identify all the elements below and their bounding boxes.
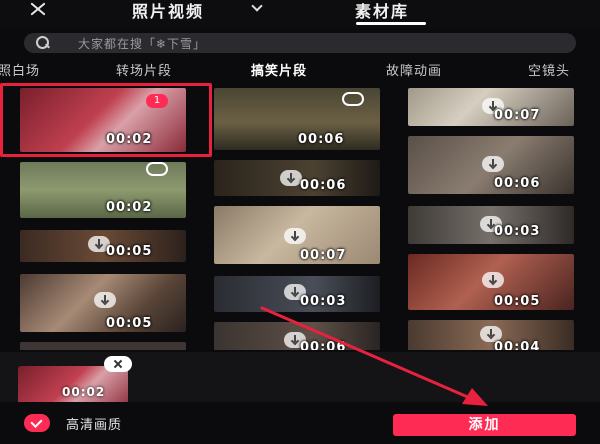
clip-duration: 00:06: [300, 340, 347, 350]
clip-tile[interactable]: 00:04: [408, 320, 574, 350]
hd-quality-label: 高清画质: [66, 418, 123, 433]
selection-highlight-frame: [0, 83, 212, 157]
clip-tile[interactable]: 00:07: [408, 88, 574, 126]
category-tab-active[interactable]: 搞笑片段: [251, 60, 307, 79]
clip-tile[interactable]: 00:02: [20, 162, 186, 218]
clip-duration: 00:07: [494, 108, 541, 123]
clip-tile[interactable]: 00:03: [408, 206, 574, 244]
category-tab[interactable]: 转场片段: [116, 60, 172, 79]
close-icon[interactable]: [26, 0, 50, 18]
search-icon: [36, 36, 49, 49]
clip-tile[interactable]: 00:05: [20, 230, 186, 262]
clip-duration: 00:05: [106, 244, 153, 259]
hd-quality-checkbox[interactable]: [24, 414, 50, 432]
download-icon[interactable]: [482, 272, 504, 288]
add-button[interactable]: 添加: [393, 414, 576, 436]
clip-duration: 00:07: [300, 248, 347, 263]
search-placeholder: 大家都在搜「❄下雪」: [78, 37, 207, 51]
clip-duration: 00:05: [106, 316, 153, 331]
clip-duration: 00:02: [106, 200, 153, 215]
search-input[interactable]: 大家都在搜「❄下雪」: [24, 33, 576, 53]
select-circle-icon[interactable]: [342, 92, 364, 106]
clip-tile[interactable]: 00:03: [214, 276, 380, 312]
category-tabs: 照白场 转场片段 搞笑片段 故障动画 空镜头: [0, 58, 600, 80]
clip-duration: 00:04: [494, 340, 541, 350]
clip-tile[interactable]: 00:05: [20, 274, 186, 332]
clip-tile[interactable]: 00:06: [214, 88, 380, 150]
download-icon[interactable]: [94, 292, 116, 308]
clip-tile[interactable]: 00:05: [408, 254, 574, 310]
selected-clip-duration: 00:02: [62, 385, 106, 399]
clip-duration: 00:06: [300, 178, 347, 193]
clip-tile[interactable]: 00:06: [214, 322, 380, 350]
download-icon[interactable]: [280, 170, 302, 186]
clip-duration: 00:05: [494, 294, 541, 309]
top-bar: 照片视频 素材库: [0, 0, 600, 28]
download-icon[interactable]: [482, 156, 504, 172]
clip-duration: 00:03: [300, 294, 347, 309]
clip-tile[interactable]: 00:06: [214, 160, 380, 196]
clip-duration: 00:06: [298, 132, 345, 147]
clip-duration: 00:03: [494, 224, 541, 239]
chevron-down-icon[interactable]: [250, 2, 264, 12]
tab-photos-videos[interactable]: 照片视频: [132, 0, 204, 22]
category-tab[interactable]: 空镜头: [528, 60, 570, 79]
select-circle-icon[interactable]: [146, 162, 168, 176]
clip-tile[interactable]: [20, 342, 186, 350]
clip-grid: 1 00:02 00:02 00:05 00:05 00:06 00:06 00…: [0, 80, 600, 350]
clip-tile[interactable]: 00:07: [214, 206, 380, 264]
tab-material-library[interactable]: 素材库: [355, 0, 409, 22]
category-tab[interactable]: 照白场: [0, 60, 40, 79]
clip-duration: 00:06: [494, 176, 541, 191]
download-icon[interactable]: [284, 228, 306, 244]
category-tab[interactable]: 故障动画: [386, 60, 442, 79]
remove-clip-icon[interactable]: [104, 356, 132, 372]
clip-tile[interactable]: 00:06: [408, 136, 574, 194]
active-tab-indicator: [356, 22, 426, 25]
